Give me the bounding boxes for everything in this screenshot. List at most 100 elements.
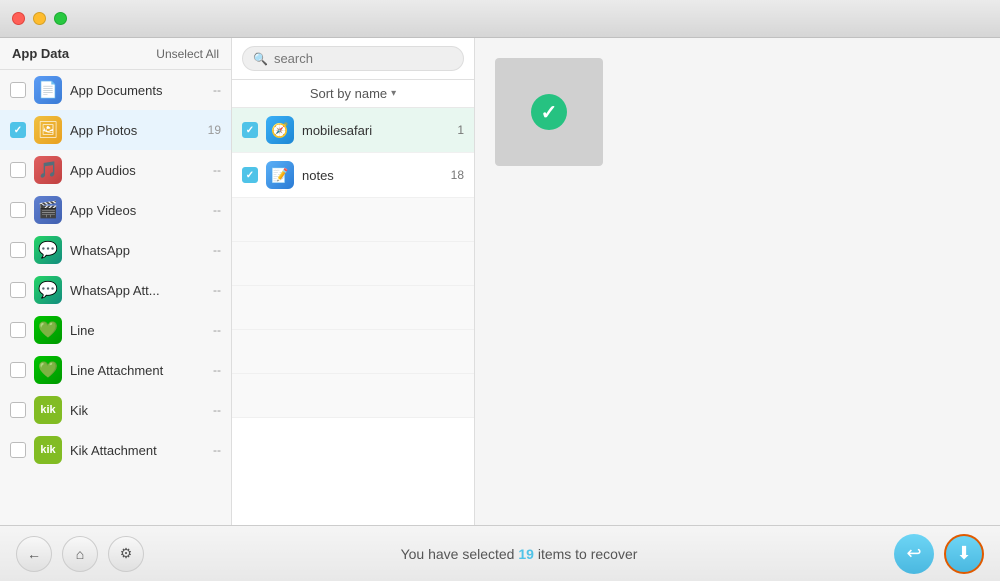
icon-app-videos: 🎬 bbox=[34, 196, 62, 224]
sidebar-item-app-videos[interactable]: 🎬 App Videos -- bbox=[0, 190, 231, 230]
list-placeholder-3 bbox=[232, 286, 474, 330]
checkbox-app-audios[interactable] bbox=[10, 162, 26, 178]
bottom-bar: ← ⌂ ⚙ You have selected 19 items to reco… bbox=[0, 525, 1000, 581]
close-button[interactable] bbox=[12, 12, 25, 25]
icon-notes: 📝 bbox=[266, 161, 294, 189]
sidebar-item-kik[interactable]: kik Kik -- bbox=[0, 390, 231, 430]
checkbox-whatsapp-att[interactable] bbox=[10, 282, 26, 298]
label-notes: notes bbox=[302, 168, 443, 183]
back-button[interactable]: ← bbox=[16, 536, 52, 572]
search-bar-container: 🔍 bbox=[232, 38, 474, 80]
home-button[interactable]: ⌂ bbox=[62, 536, 98, 572]
icon-whatsapp: 💬 bbox=[34, 236, 62, 264]
settings-icon: ⚙ bbox=[120, 545, 133, 562]
sidebar-item-kik-attachment[interactable]: kik Kik Attachment -- bbox=[0, 430, 231, 470]
count-app-audios: -- bbox=[213, 163, 221, 177]
count-kik-attachment: -- bbox=[213, 443, 221, 457]
count-app-videos: -- bbox=[213, 203, 221, 217]
checkbox-app-documents[interactable] bbox=[10, 82, 26, 98]
app-list: 🧭 mobilesafari 1 📝 notes 18 bbox=[232, 108, 474, 525]
restore-button[interactable]: ↩ bbox=[894, 534, 934, 574]
status-text-after: items to recover bbox=[534, 546, 637, 562]
list-placeholder-1 bbox=[232, 198, 474, 242]
sort-bar[interactable]: Sort by name ▾ bbox=[232, 80, 474, 108]
list-item-notes[interactable]: 📝 notes 18 bbox=[232, 153, 474, 198]
icon-kik-attachment: kik bbox=[34, 436, 62, 464]
preview-thumbnail: ✓ bbox=[495, 58, 603, 166]
count-app-photos: 19 bbox=[208, 123, 221, 137]
preview-panel: ✓ bbox=[475, 38, 1000, 525]
count-line: -- bbox=[213, 323, 221, 337]
checkbox-mobilesafari[interactable] bbox=[242, 122, 258, 138]
sidebar-item-app-photos[interactable]: 🖼 App Photos 19 bbox=[0, 110, 231, 150]
minimize-button[interactable] bbox=[33, 12, 46, 25]
sidebar-items-list: 📄 App Documents -- 🖼 App Photos 19 🎵 App… bbox=[0, 70, 231, 525]
checkbox-whatsapp[interactable] bbox=[10, 242, 26, 258]
sidebar-item-whatsapp[interactable]: 💬 WhatsApp -- bbox=[0, 230, 231, 270]
search-icon: 🔍 bbox=[253, 52, 268, 66]
sidebar-title: App Data bbox=[12, 46, 69, 61]
search-input[interactable] bbox=[274, 51, 453, 66]
label-whatsapp-att: WhatsApp Att... bbox=[70, 283, 205, 298]
icon-app-photos: 🖼 bbox=[34, 116, 62, 144]
sort-arrow-icon: ▾ bbox=[391, 88, 396, 99]
checkbox-notes[interactable] bbox=[242, 167, 258, 183]
export-icon: ⬇ bbox=[956, 543, 971, 564]
status-text-before: You have selected bbox=[401, 546, 519, 562]
label-mobilesafari: mobilesafari bbox=[302, 123, 449, 138]
label-line-attachment: Line Attachment bbox=[70, 363, 205, 378]
icon-kik: kik bbox=[34, 396, 62, 424]
count-line-attachment: -- bbox=[213, 363, 221, 377]
label-kik: Kik bbox=[70, 403, 205, 418]
settings-button[interactable]: ⚙ bbox=[108, 536, 144, 572]
label-kik-attachment: Kik Attachment bbox=[70, 443, 205, 458]
icon-app-audios: 🎵 bbox=[34, 156, 62, 184]
icon-mobilesafari: 🧭 bbox=[266, 116, 294, 144]
list-placeholder-4 bbox=[232, 330, 474, 374]
maximize-button[interactable] bbox=[54, 12, 67, 25]
nav-buttons: ← ⌂ ⚙ bbox=[16, 536, 144, 572]
status-text: You have selected 19 items to recover bbox=[144, 546, 894, 562]
sidebar-item-app-audios[interactable]: 🎵 App Audios -- bbox=[0, 150, 231, 190]
status-count: 19 bbox=[518, 546, 534, 562]
checkbox-app-photos[interactable] bbox=[10, 122, 26, 138]
label-app-videos: App Videos bbox=[70, 203, 205, 218]
count-kik: -- bbox=[213, 403, 221, 417]
sidebar-item-whatsapp-att[interactable]: 💬 WhatsApp Att... -- bbox=[0, 270, 231, 310]
label-line: Line bbox=[70, 323, 205, 338]
sidebar-item-line[interactable]: 💚 Line -- bbox=[0, 310, 231, 350]
label-app-audios: App Audios bbox=[70, 163, 205, 178]
label-app-documents: App Documents bbox=[70, 83, 205, 98]
checkbox-kik-attachment[interactable] bbox=[10, 442, 26, 458]
sidebar: App Data Unselect All 📄 App Documents --… bbox=[0, 38, 232, 525]
label-whatsapp: WhatsApp bbox=[70, 243, 205, 258]
sort-label: Sort by name bbox=[310, 86, 387, 101]
count-whatsapp-att: -- bbox=[213, 283, 221, 297]
count-mobilesafari: 1 bbox=[457, 123, 464, 137]
sidebar-header: App Data Unselect All bbox=[0, 38, 231, 70]
middle-panel: 🔍 Sort by name ▾ 🧭 mobilesafari 1 📝 note… bbox=[232, 38, 475, 525]
sidebar-item-app-documents[interactable]: 📄 App Documents -- bbox=[0, 70, 231, 110]
count-app-documents: -- bbox=[213, 83, 221, 97]
label-app-photos: App Photos bbox=[70, 123, 200, 138]
count-whatsapp: -- bbox=[213, 243, 221, 257]
sidebar-item-line-attachment[interactable]: 💚 Line Attachment -- bbox=[0, 350, 231, 390]
action-buttons: ↩ ⬇ bbox=[894, 534, 984, 574]
main-content: App Data Unselect All 📄 App Documents --… bbox=[0, 38, 1000, 525]
icon-line-attachment: 💚 bbox=[34, 356, 62, 384]
icon-whatsapp-att: 💬 bbox=[34, 276, 62, 304]
icon-line: 💚 bbox=[34, 316, 62, 344]
checkbox-kik[interactable] bbox=[10, 402, 26, 418]
icon-app-documents: 📄 bbox=[34, 76, 62, 104]
search-wrapper[interactable]: 🔍 bbox=[242, 46, 464, 71]
unselect-all-button[interactable]: Unselect All bbox=[156, 47, 219, 61]
checkbox-app-videos[interactable] bbox=[10, 202, 26, 218]
checkbox-line-attachment[interactable] bbox=[10, 362, 26, 378]
back-icon: ← bbox=[27, 546, 41, 562]
title-bar bbox=[0, 0, 1000, 38]
checkbox-line[interactable] bbox=[10, 322, 26, 338]
export-button[interactable]: ⬇ bbox=[944, 534, 984, 574]
list-placeholder-5 bbox=[232, 374, 474, 418]
list-item-mobilesafari[interactable]: 🧭 mobilesafari 1 bbox=[232, 108, 474, 153]
home-icon: ⌂ bbox=[76, 546, 84, 562]
